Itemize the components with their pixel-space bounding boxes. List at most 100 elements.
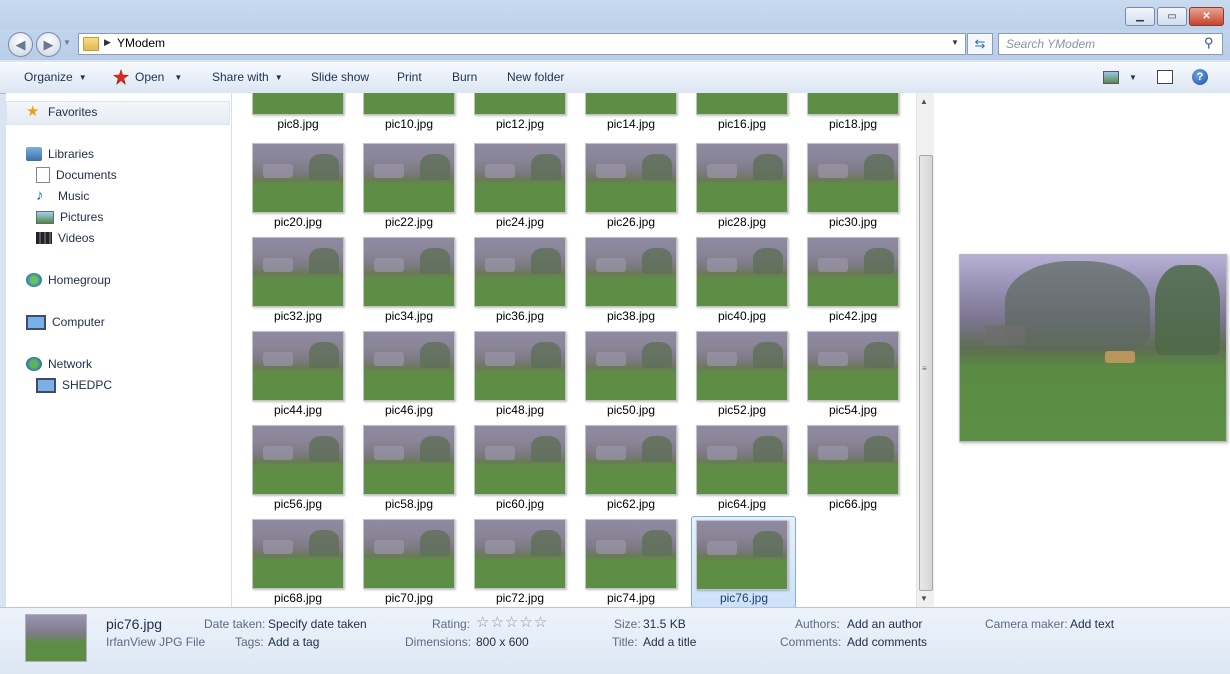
file-name: pic70.jpg (384, 591, 434, 605)
rating-stars[interactable]: ☆☆☆☆☆ (476, 613, 548, 631)
file-item[interactable]: pic40.jpg (686, 237, 788, 331)
file-item[interactable]: pic38.jpg (575, 237, 677, 331)
nav-documents[interactable]: Documents (36, 165, 117, 185)
print-button[interactable]: Print (397, 62, 422, 92)
nav-videos[interactable]: Videos (36, 228, 94, 248)
file-item[interactable]: pic26.jpg (575, 143, 677, 237)
recent-pages-chevron-icon[interactable]: ▼ (63, 38, 71, 47)
comments-value[interactable]: Add comments (847, 635, 927, 649)
file-item[interactable]: pic16.jpg (686, 93, 788, 139)
file-item[interactable]: pic34.jpg (353, 237, 455, 331)
open-button[interactable]: Open ▼ (113, 62, 182, 92)
vertical-scrollbar[interactable]: ▲ ≡ ▼ (916, 93, 934, 607)
share-with-button[interactable]: Share with ▼ (212, 62, 283, 92)
organize-label: Organize (24, 70, 73, 84)
file-item[interactable]: pic72.jpg (464, 519, 566, 607)
close-button[interactable]: ✕ (1189, 7, 1224, 26)
file-item[interactable]: pic8.jpg (242, 93, 344, 139)
title-value[interactable]: Add a title (643, 635, 696, 649)
file-item[interactable]: pic28.jpg (686, 143, 788, 237)
file-item[interactable]: pic14.jpg (575, 93, 677, 139)
file-name: pic58.jpg (384, 497, 434, 511)
thumbnail-image (696, 93, 788, 115)
file-item[interactable]: pic70.jpg (353, 519, 455, 607)
file-item[interactable]: pic10.jpg (353, 93, 455, 139)
search-icon[interactable]: ⚲ (1204, 35, 1214, 51)
date-taken-value[interactable]: Specify date taken (268, 617, 367, 631)
file-item[interactable]: pic18.jpg (797, 93, 899, 139)
file-name: pic24.jpg (495, 215, 545, 229)
minimize-icon: ▁ (1136, 11, 1144, 22)
nav-music[interactable]: ♪ Music (36, 186, 89, 206)
maximize-button[interactable]: ▭ (1157, 7, 1187, 26)
file-name: pic26.jpg (606, 215, 656, 229)
file-item[interactable]: pic56.jpg (242, 425, 344, 519)
file-item[interactable]: pic68.jpg (242, 519, 344, 607)
organize-button[interactable]: Organize ▼ (24, 62, 87, 92)
file-item[interactable]: pic60.jpg (464, 425, 566, 519)
file-item[interactable]: pic46.jpg (353, 331, 455, 425)
file-item[interactable]: pic22.jpg (353, 143, 455, 237)
file-item[interactable]: pic42.jpg (797, 237, 899, 331)
address-dropdown-icon[interactable]: ▼ (951, 38, 959, 47)
date-taken-label: Date taken: (204, 617, 266, 631)
file-name: pic50.jpg (606, 403, 656, 417)
thumbnail-image (252, 237, 344, 307)
breadcrumb-separator-icon[interactable]: ▶ (104, 37, 111, 48)
nav-libraries[interactable]: Libraries (26, 144, 94, 164)
file-item[interactable]: pic20.jpg (242, 143, 344, 237)
minimize-button[interactable]: ▁ (1125, 7, 1155, 26)
file-item[interactable]: pic48.jpg (464, 331, 566, 425)
nav-shedpc[interactable]: SHEDPC (36, 375, 112, 395)
back-button[interactable]: ◀ (8, 32, 33, 57)
nav-homegroup[interactable]: Homegroup (26, 270, 111, 290)
file-item[interactable]: pic50.jpg (575, 331, 677, 425)
new-folder-button[interactable]: New folder (507, 62, 564, 92)
search-input[interactable]: Search YModem ⚲ (998, 33, 1223, 55)
file-item[interactable]: pic12.jpg (464, 93, 566, 139)
scrollbar-thumb[interactable]: ≡ (919, 155, 933, 591)
file-item[interactable]: pic62.jpg (575, 425, 677, 519)
change-view-button[interactable]: ▼ (1103, 62, 1137, 92)
file-item[interactable]: pic54.jpg (797, 331, 899, 425)
nav-computer[interactable]: Computer (26, 312, 105, 332)
preview-pane-button[interactable] (1157, 62, 1173, 92)
refresh-button[interactable]: ⇆ (967, 33, 993, 55)
nav-pictures[interactable]: Pictures (36, 207, 103, 227)
file-item-selected[interactable]: pic76.jpg (691, 516, 796, 607)
size-value: 31.5 KB (643, 617, 686, 631)
thumbnail-image (363, 237, 455, 307)
nav-music-label: Music (58, 189, 90, 203)
file-name: pic40.jpg (717, 309, 767, 323)
breadcrumb-ymodem[interactable]: YModem (117, 36, 165, 50)
nav-network[interactable]: Network (26, 354, 92, 374)
authors-value[interactable]: Add an author (847, 617, 922, 631)
slide-show-button[interactable]: Slide show (311, 62, 369, 92)
documents-icon (36, 167, 50, 183)
scroll-up-icon[interactable]: ▲ (920, 97, 928, 106)
file-item[interactable]: pic36.jpg (464, 237, 566, 331)
camera-maker-value[interactable]: Add text (1070, 617, 1114, 631)
file-item[interactable]: pic58.jpg (353, 425, 455, 519)
forward-arrow-icon: ▶ (43, 36, 54, 52)
file-item[interactable]: pic74.jpg (575, 519, 677, 607)
tags-value[interactable]: Add a tag (268, 635, 319, 649)
thumbnail-image (807, 237, 899, 307)
nav-homegroup-label: Homegroup (48, 273, 111, 287)
help-button[interactable]: ? (1192, 62, 1208, 92)
file-item[interactable]: pic66.jpg (797, 425, 899, 519)
scroll-down-icon[interactable]: ▼ (920, 594, 928, 603)
forward-button[interactable]: ▶ (36, 32, 61, 57)
chevron-down-icon: ▼ (174, 72, 183, 82)
file-item[interactable]: pic52.jpg (686, 331, 788, 425)
address-bar[interactable]: ▶ YModem ▼ (78, 33, 966, 55)
thumbnail-image (696, 425, 788, 495)
file-item[interactable]: pic44.jpg (242, 331, 344, 425)
burn-button[interactable]: Burn (452, 62, 477, 92)
nav-favorites[interactable]: ★ Favorites (26, 102, 97, 122)
file-item[interactable]: pic64.jpg (686, 425, 788, 519)
file-item[interactable]: pic24.jpg (464, 143, 566, 237)
chevron-down-icon: ▼ (78, 72, 87, 82)
file-item[interactable]: pic32.jpg (242, 237, 344, 331)
file-item[interactable]: pic30.jpg (797, 143, 899, 237)
